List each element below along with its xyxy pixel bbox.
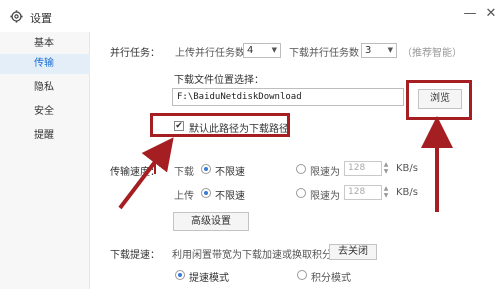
annotation-arrows [118, 116, 453, 212]
arrow-to-checkbox [118, 137, 174, 210]
